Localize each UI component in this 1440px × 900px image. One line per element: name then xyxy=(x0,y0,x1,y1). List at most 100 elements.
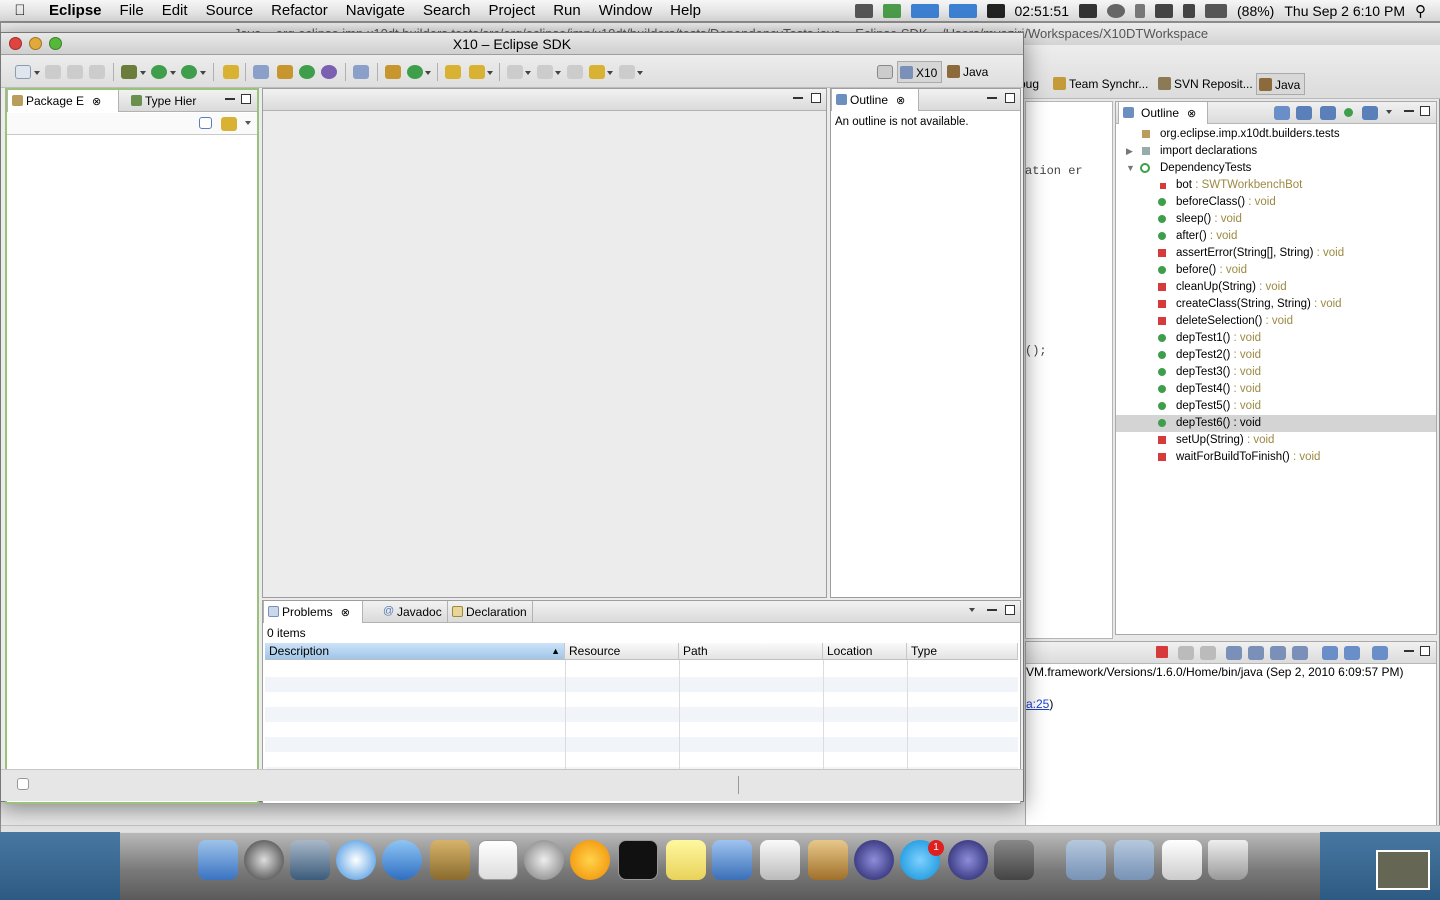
new-java-class-dropdown-icon[interactable] xyxy=(425,71,431,75)
system-preferences-icon[interactable] xyxy=(524,840,564,880)
menu-source[interactable]: Source xyxy=(197,0,263,22)
perspective-svn[interactable]: SVN Reposit... xyxy=(1156,73,1257,95)
new-interface-icon[interactable] xyxy=(321,65,337,79)
address-book-icon[interactable] xyxy=(430,840,470,880)
column-description[interactable]: Description ▲ xyxy=(265,643,565,660)
sort-icon[interactable] xyxy=(1274,106,1290,120)
run-icon[interactable] xyxy=(151,65,167,79)
battery-icon[interactable] xyxy=(1205,4,1227,18)
network-monitor-icon[interactable] xyxy=(948,4,977,18)
maximize-icon[interactable] xyxy=(1420,646,1430,656)
search-icon[interactable] xyxy=(469,65,485,79)
previous-annotation-icon[interactable] xyxy=(537,65,553,79)
window-titlebar[interactable]: X10 – Eclipse SDK xyxy=(1,33,1023,55)
dropbox-icon[interactable] xyxy=(854,4,873,18)
display-icon[interactable] xyxy=(1079,4,1097,18)
external-tools-dropdown-icon[interactable] xyxy=(200,71,206,75)
hide-fields-icon[interactable] xyxy=(1296,106,1312,120)
new-class-icon[interactable] xyxy=(299,65,315,79)
view-menu-icon[interactable] xyxy=(1386,110,1392,114)
tree-item-method[interactable]: waitForBuildToFinish() : void xyxy=(1116,449,1436,466)
terminate-icon[interactable] xyxy=(1156,646,1168,658)
column-location[interactable]: Location xyxy=(823,643,907,660)
pin-console-icon[interactable] xyxy=(1270,646,1286,660)
background-editor[interactable] xyxy=(1025,101,1113,639)
bluetooth-icon[interactable] xyxy=(1135,4,1145,18)
tab-javadoc[interactable]: @ Javadoc xyxy=(379,601,445,623)
tree-item-method[interactable]: before() : void xyxy=(1116,262,1436,279)
tab-outline-front[interactable]: Outline ⊗ xyxy=(831,89,919,111)
column-resource[interactable]: Resource xyxy=(565,643,679,660)
trash-icon[interactable] xyxy=(1208,840,1248,880)
remove-all-icon[interactable] xyxy=(1200,646,1216,660)
tree-item-imports[interactable]: ▶ import declarations xyxy=(1116,143,1436,160)
menu-run[interactable]: Run xyxy=(544,0,590,22)
minimize-icon[interactable] xyxy=(225,98,235,100)
new-java-class-icon[interactable] xyxy=(407,65,423,79)
window-thumbnail-icon[interactable] xyxy=(994,840,1034,880)
time-machine-icon[interactable] xyxy=(1107,4,1125,18)
finder-icon[interactable] xyxy=(198,840,238,880)
maximize-icon[interactable] xyxy=(1420,106,1430,116)
menu-refactor[interactable]: Refactor xyxy=(262,0,337,22)
tree-item-method[interactable]: beforeClass() : void xyxy=(1116,194,1436,211)
tab-problems[interactable]: Problems ⊗ xyxy=(263,601,363,623)
external-tools-icon[interactable] xyxy=(181,65,197,79)
new-dropdown-icon[interactable] xyxy=(34,71,40,75)
apple-menu-icon[interactable]:  xyxy=(0,0,40,22)
expand-icon[interactable]: ▶ xyxy=(1126,143,1133,160)
build-icon[interactable] xyxy=(223,65,239,79)
ichat-icon[interactable] xyxy=(382,840,422,880)
tree-item-method[interactable]: depTest1() : void xyxy=(1116,330,1436,347)
dashboard-icon[interactable] xyxy=(244,840,284,880)
perspective-x10[interactable]: X10 xyxy=(897,61,943,83)
perspective-team-sync[interactable]: Team Synchr... xyxy=(1051,73,1152,95)
display-console-icon[interactable] xyxy=(1292,646,1308,660)
close-window-button[interactable] xyxy=(9,37,22,50)
minimize-icon[interactable] xyxy=(987,97,997,99)
editor-area[interactable] xyxy=(262,88,827,598)
next-annotation-icon[interactable] xyxy=(507,65,523,79)
menu-app-name[interactable]: Eclipse xyxy=(40,0,111,22)
keynote-icon[interactable] xyxy=(808,840,848,880)
tab-outline[interactable]: Outline ⊗ xyxy=(1118,102,1208,124)
view-menu-icon[interactable] xyxy=(245,121,251,125)
neooffice-icon[interactable] xyxy=(570,840,610,880)
textedit-icon[interactable] xyxy=(760,840,800,880)
menu-navigate[interactable]: Navigate xyxy=(337,0,414,22)
tree-item-field[interactable]: bot : SWTWorkbenchBot xyxy=(1116,177,1436,194)
spotlight-icon[interactable]: ⚲ xyxy=(1415,2,1426,20)
new-java-package-icon[interactable] xyxy=(385,65,401,79)
tree-item-method-selected[interactable]: depTest6() : void xyxy=(1116,415,1436,432)
date-time[interactable]: Thu Sep 2 6:10 PM xyxy=(1284,3,1405,19)
ical-icon[interactable] xyxy=(478,840,518,880)
view-menu-icon[interactable] xyxy=(969,608,975,612)
terminal-icon[interactable] xyxy=(618,840,658,880)
previous-annotation-dropdown-icon[interactable] xyxy=(555,71,561,75)
volume-icon[interactable] xyxy=(1183,4,1195,18)
hide-local-types-icon[interactable] xyxy=(1362,106,1378,120)
minimize-icon[interactable] xyxy=(1404,650,1414,652)
collapse-icon[interactable]: ▼ xyxy=(1126,160,1135,177)
mail-icon[interactable] xyxy=(290,840,330,880)
console-select-icon[interactable] xyxy=(1344,646,1360,660)
maximize-icon[interactable] xyxy=(811,93,821,103)
new-console-icon[interactable] xyxy=(1372,646,1388,660)
print-icon[interactable] xyxy=(89,65,105,79)
html-file-icon[interactable] xyxy=(1162,840,1202,880)
tree-item-method[interactable]: cleanUp(String) : void xyxy=(1116,279,1436,296)
menu-window[interactable]: Window xyxy=(590,0,661,22)
new-x10-project-icon[interactable] xyxy=(253,65,269,79)
forward-icon[interactable] xyxy=(619,65,635,79)
close-icon[interactable]: ⊗ xyxy=(92,96,101,108)
collapse-all-icon[interactable] xyxy=(199,117,212,129)
column-type[interactable]: Type xyxy=(907,643,1018,660)
tree-item-class[interactable]: ▼ DependencyTests xyxy=(1116,160,1436,177)
tree-item-package[interactable]: org.eclipse.imp.x10dt.builders.tests xyxy=(1116,126,1436,143)
console-link[interactable]: a:25 xyxy=(1026,697,1049,711)
new-package-icon[interactable] xyxy=(277,65,293,79)
hide-nonpublic-icon[interactable] xyxy=(1344,108,1353,117)
back-dropdown-icon[interactable] xyxy=(607,71,613,75)
search-dropdown-icon[interactable] xyxy=(487,71,493,75)
open-perspective-icon[interactable] xyxy=(877,65,893,79)
